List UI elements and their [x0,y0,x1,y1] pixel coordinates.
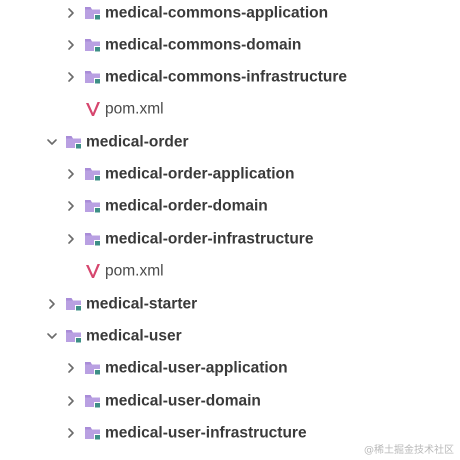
tree-item-medical-commons-infrastructure[interactable]: medical-commons-infrastructure [0,61,460,93]
module-folder-icon [84,166,102,182]
project-tree: medical-commons-application medical-comm… [0,0,460,460]
tree-item-label: medical-order-infrastructure [105,230,314,248]
tree-item-label: medical-user-domain [105,392,261,410]
maven-icon [84,101,102,117]
chevron-right-icon[interactable] [63,360,79,376]
module-folder-icon [65,296,83,312]
tree-item-label: medical-order-domain [105,197,268,215]
module-folder-icon [84,37,102,53]
module-folder-icon [84,69,102,85]
tree-item-pom-xml[interactable]: pom.xml [0,93,460,125]
chevron-right-icon[interactable] [63,393,79,409]
chevron-down-icon[interactable] [44,134,60,150]
tree-item-medical-user-application[interactable]: medical-user-application [0,352,460,384]
tree-item-label: medical-commons-application [105,4,329,22]
tree-item-label: medical-starter [86,295,198,313]
chevron-right-icon[interactable] [63,5,79,21]
module-folder-icon [65,134,83,150]
tree-item-medical-commons-domain[interactable]: medical-commons-domain [0,29,460,61]
maven-icon [84,263,102,279]
tree-item-medical-order-domain[interactable]: medical-order-domain [0,190,460,222]
chevron-right-icon[interactable] [63,37,79,53]
tree-item-label: medical-order [86,133,189,151]
tree-item-label: medical-commons-infrastructure [105,68,348,86]
chevron-right-icon[interactable] [63,69,79,85]
tree-item-pom-xml[interactable]: pom.xml [0,255,460,287]
module-folder-icon [84,5,102,21]
tree-item-medical-user[interactable]: medical-user [0,320,460,352]
tree-item-medical-starter[interactable]: medical-starter [0,288,460,320]
tree-item-label: medical-user-infrastructure [105,424,307,442]
chevron-down-icon[interactable] [44,328,60,344]
module-folder-icon [84,360,102,376]
tree-item-label: medical-commons-domain [105,36,302,54]
tree-item-label: medical-user-application [105,359,288,377]
chevron-right-icon[interactable] [63,231,79,247]
tree-item-label: pom.xml [105,100,164,118]
watermark: @稀土掘金技术社区 [364,445,454,456]
tree-item-label: medical-user [86,327,182,345]
module-folder-icon [84,231,102,247]
tree-item-label: medical-order-application [105,165,295,183]
tree-item-label: pom.xml [105,262,164,280]
module-folder-icon [84,425,102,441]
module-folder-icon [84,198,102,214]
module-folder-icon [84,393,102,409]
chevron-right-icon[interactable] [63,166,79,182]
tree-item-medical-order-infrastructure[interactable]: medical-order-infrastructure [0,223,460,255]
tree-item-medical-order-application[interactable]: medical-order-application [0,158,460,190]
chevron-right-icon[interactable] [63,198,79,214]
tree-item-medical-user-domain[interactable]: medical-user-domain [0,385,460,417]
chevron-right-icon[interactable] [44,296,60,312]
chevron-right-icon[interactable] [63,425,79,441]
module-folder-icon [65,328,83,344]
tree-item-medical-commons-application[interactable]: medical-commons-application [0,0,460,29]
tree-item-medical-order[interactable]: medical-order [0,126,460,158]
